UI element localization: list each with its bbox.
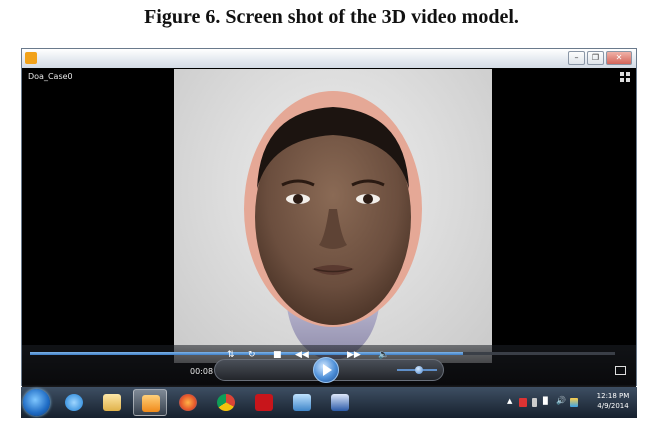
file-explorer-icon	[103, 394, 121, 411]
taskbar-firefox[interactable]	[171, 389, 205, 416]
taskbar-media-player[interactable]	[133, 389, 167, 416]
image-viewer-icon	[293, 394, 311, 411]
fullscreen-icon[interactable]	[615, 366, 626, 375]
face-model-image	[244, 91, 422, 361]
media-player-window: – ❐ ✕ Doa_Case0 00:08 ⇅ ↻ ■ ◀◀ ▶▶ 🔈	[21, 48, 637, 387]
clock-time: 12:18 PM	[596, 392, 630, 400]
media-player-icon	[25, 52, 37, 64]
battery-icon[interactable]	[532, 398, 537, 407]
play-icon	[323, 364, 332, 376]
previous-icon[interactable]: ◀◀	[295, 350, 309, 361]
playback-controls: 00:08 ⇅ ↻ ■ ◀◀ ▶▶ 🔈	[22, 345, 636, 387]
seek-bar[interactable]	[30, 352, 615, 355]
media-player-icon	[142, 395, 160, 412]
chrome-icon	[217, 394, 235, 411]
clock-date: 4/9/2014	[597, 402, 629, 410]
signal-icon[interactable]: ▉	[543, 397, 551, 406]
word-icon	[331, 394, 349, 411]
start-button[interactable]	[23, 389, 50, 416]
internet-explorer-icon	[65, 394, 83, 411]
restore-button[interactable]: ❐	[587, 51, 604, 65]
title-bar[interactable]: – ❐ ✕	[22, 49, 636, 68]
figure-caption: Figure 6. Screen shot of the 3D video mo…	[144, 6, 519, 28]
speaker-icon[interactable]: 🔊	[556, 396, 566, 405]
play-button[interactable]	[313, 357, 339, 383]
minimize-button[interactable]: –	[568, 51, 585, 65]
taskbar-image-viewer[interactable]	[285, 389, 319, 416]
action-center-flag-icon[interactable]	[519, 398, 527, 407]
stop-icon[interactable]: ■	[273, 350, 282, 361]
taskbar-clock[interactable]: 12:18 PM 4/9/2014	[593, 391, 633, 411]
taskbar-word[interactable]	[323, 389, 357, 416]
show-hidden-icon[interactable]: ▲	[507, 397, 515, 406]
shuffle-icon[interactable]: ⇅	[227, 350, 235, 361]
taskbar-adobe-reader[interactable]	[247, 389, 281, 416]
next-icon[interactable]: ▶▶	[347, 350, 361, 361]
adobe-reader-icon	[255, 394, 273, 411]
video-title: Doa_Case0	[28, 72, 73, 81]
volume-icon[interactable]: 🔈	[378, 350, 389, 361]
close-button[interactable]: ✕	[606, 51, 632, 65]
volume-knob[interactable]	[415, 366, 423, 374]
taskbar-chrome[interactable]	[209, 389, 243, 416]
taskbar-internet-explorer[interactable]	[57, 389, 91, 416]
drive-icon[interactable]	[570, 398, 578, 407]
video-frame[interactable]	[174, 69, 492, 363]
taskbar-file-explorer[interactable]	[95, 389, 129, 416]
firefox-icon	[179, 394, 197, 411]
seek-progress	[30, 352, 463, 355]
switch-to-library-icon[interactable]	[620, 72, 630, 82]
elapsed-time: 00:08	[190, 367, 214, 376]
repeat-icon[interactable]: ↻	[248, 350, 256, 361]
taskbar: ▲ ▉ 🔊 12:18 PM 4/9/2014	[21, 387, 637, 418]
